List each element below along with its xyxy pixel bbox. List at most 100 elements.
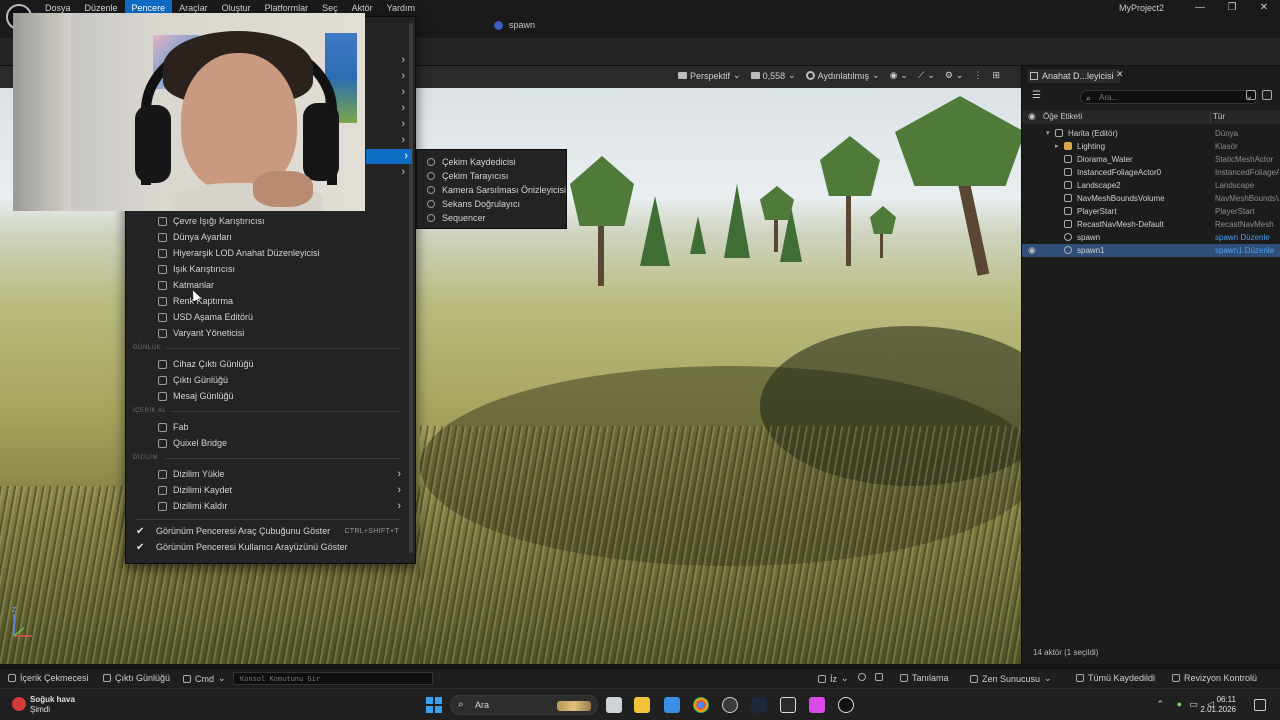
menu-item-load-layout[interactable]: Dizilim Yükle › xyxy=(126,466,411,482)
submenu-take-recorder[interactable]: Çekim Kaydedicisi xyxy=(417,155,568,169)
outliner-row-selected[interactable]: ◉ spawn1 spawn1 Düzenle xyxy=(1022,244,1280,257)
app-icon[interactable] xyxy=(809,697,825,713)
zen-server-button[interactable]: Zen Sunucusu ⌄ xyxy=(970,673,1052,684)
outliner-row[interactable]: ▸ Lighting Klasör xyxy=(1022,140,1280,153)
column-header-label[interactable]: Öğe Etiketi xyxy=(1043,112,1082,121)
eye-icon[interactable]: ◉ xyxy=(1028,111,1036,122)
menu-toggle-viewport-toolbar[interactable]: ✔ Görünüm Penceresi Araç Çubuğunu Göster C… xyxy=(126,523,411,539)
maximize-icon[interactable]: ❐ xyxy=(1216,0,1248,16)
trace-button[interactable]: İz ⌄ xyxy=(818,673,849,684)
chevron-right-icon[interactable]: › xyxy=(401,70,405,82)
more-options-button[interactable]: ⋮ xyxy=(973,70,982,81)
obs-icon[interactable] xyxy=(722,697,738,713)
revision-control-button[interactable]: Revizyon Kontrolü xyxy=(1172,673,1257,683)
file-explorer-icon[interactable] xyxy=(634,697,650,713)
notification-icon[interactable] xyxy=(1254,699,1266,711)
show-flags-button[interactable]: ◉ ⌄ xyxy=(890,70,908,81)
menu-item-quixel-bridge[interactable]: Quixel Bridge xyxy=(126,435,411,451)
chevron-right-icon[interactable]: › xyxy=(401,102,405,114)
outliner-row[interactable]: NavMeshBoundsVolume NavMeshBoundsVolume xyxy=(1022,192,1280,205)
outliner-search-input[interactable]: ⌕ Ara... ⌄ xyxy=(1080,90,1258,104)
screenshot-button[interactable] xyxy=(875,673,883,681)
perspective-dropdown[interactable]: Perspektif ⌄ xyxy=(678,70,741,81)
close-icon[interactable]: ✕ xyxy=(1248,0,1280,16)
outliner-row[interactable]: ▾ Harita (Editör) Dünya xyxy=(1022,127,1280,140)
menu-item-world-settings[interactable]: Dünya Ayarları xyxy=(126,229,411,245)
outliner-row[interactable]: spawn spawn Düzenle xyxy=(1022,231,1280,244)
submenu-camera-shake-previewer[interactable]: Kamera Sarsılması Önizleyicisi xyxy=(417,183,568,197)
cmd-dropdown[interactable]: Cmd ⌄ xyxy=(183,673,226,684)
menu-item-save-layout[interactable]: Dizilimi Kaydet › xyxy=(126,482,411,498)
camera-speed-dropdown[interactable]: 0,558 ⌄ xyxy=(750,70,796,81)
chevron-right-icon[interactable]: › xyxy=(401,118,405,130)
chrome-icon[interactable] xyxy=(693,697,709,713)
menu-item-light-mixer[interactable]: Işık Karıştırıcısı xyxy=(126,261,411,277)
outliner-row[interactable]: Landscape2 Landscape xyxy=(1022,179,1280,192)
menu-toggle-viewport-ui[interactable]: ✔ Görünüm Penceresi Kullanıcı Arayüzünü G… xyxy=(126,539,411,555)
cinematics-submenu-item[interactable]: › xyxy=(366,149,412,164)
menu-item-layers[interactable]: Katmanlar xyxy=(126,277,411,293)
row-name: spawn xyxy=(1077,233,1101,242)
pine-tree xyxy=(690,216,706,254)
menu-item-fab[interactable]: Fab xyxy=(126,419,411,435)
record-button[interactable] xyxy=(858,673,866,681)
outliner-tab[interactable]: Anahat D...leyicisi xyxy=(1028,69,1120,83)
task-view-icon[interactable] xyxy=(606,697,622,713)
minimize-icon[interactable]: — xyxy=(1184,0,1216,16)
add-folder-icon[interactable] xyxy=(1246,90,1256,100)
microphone-icon[interactable]: ● xyxy=(1177,699,1182,709)
output-log-button[interactable]: Çıktı Günlüğü xyxy=(103,673,170,683)
tray-overflow-icon[interactable]: ⌃ xyxy=(1156,699,1164,710)
chevron-right-icon[interactable]: › xyxy=(401,166,405,178)
outliner-row[interactable]: InstancedFoliageActor0 InstancedFoliageA… xyxy=(1022,166,1280,179)
menu-item-variant-manager[interactable]: Varyant Yöneticisi xyxy=(126,325,411,341)
menu-item-color-grab[interactable]: Renk Kaptırma xyxy=(126,293,411,309)
settings-button[interactable]: ⚙ ⌄ xyxy=(945,70,964,81)
chevron-right-icon[interactable]: › xyxy=(401,86,405,98)
submenu-sequencer[interactable]: Sequencer xyxy=(417,211,568,225)
weather-widget[interactable]: Soğuk hava Şimdi xyxy=(12,695,75,715)
unreal-engine-icon[interactable] xyxy=(838,697,854,713)
epic-games-icon[interactable] xyxy=(780,697,796,713)
expand-arrow-icon[interactable]: ▸ xyxy=(1055,140,1059,153)
windows-start-icon[interactable] xyxy=(426,697,442,713)
menu-item-hlod-outliner[interactable]: Hiyerarşik LOD Anahat Düzenleyicisi xyxy=(126,245,411,261)
save-all-button[interactable]: Tümü Kaydedildi xyxy=(1076,673,1155,683)
row-name: Diorama_Water xyxy=(1077,155,1133,164)
chevron-right-icon[interactable]: › xyxy=(401,134,405,146)
outliner-row[interactable]: PlayerStart PlayerStart xyxy=(1022,205,1280,218)
layout-button[interactable]: ⊞ xyxy=(992,70,1000,81)
menu-item-output-log[interactable]: Çıktı Günlüğü xyxy=(126,372,411,388)
row-type-edit-link[interactable]: spawn1 Düzenle xyxy=(1215,244,1279,257)
snap-button[interactable]: ⟋ ⌄ xyxy=(918,70,935,81)
taskbar-clock[interactable]: 06:11 2.01.2026 xyxy=(1200,695,1236,715)
row-type-edit-link[interactable]: spawn Düzenle xyxy=(1215,231,1279,244)
menu-help[interactable]: Yardım xyxy=(380,0,422,16)
view-mode-dropdown[interactable]: Aydınlatılmış ⌄ xyxy=(805,70,880,81)
menu-item-usd-stage-editor[interactable]: USD Aşama Editörü xyxy=(126,309,411,325)
menu-item-device-output-log[interactable]: Cihaz Çıktı Günlüğü xyxy=(126,356,411,372)
outliner-row[interactable]: RecastNavMesh-Default RecastNavMesh xyxy=(1022,218,1280,231)
expand-arrow-icon[interactable]: ▾ xyxy=(1046,127,1050,140)
menu-item-message-log[interactable]: Mesaj Günlüğü xyxy=(126,388,411,404)
outliner-row[interactable]: Diorama_Water StaticMeshActor xyxy=(1022,153,1280,166)
steam-icon[interactable] xyxy=(751,697,767,713)
store-icon[interactable] xyxy=(664,697,680,713)
menu-item-env-light-mixer[interactable]: Çevre Işığı Karıştırıcısı xyxy=(126,213,411,229)
level-tab[interactable]: spawn xyxy=(494,20,535,30)
diagnostics-button[interactable]: Tanılama xyxy=(900,673,949,683)
submenu-take-browser[interactable]: Çekim Tarayıcısı xyxy=(417,169,568,183)
terminal-icon xyxy=(183,674,191,683)
network-icon[interactable]: ▭ xyxy=(1189,699,1198,710)
eye-icon[interactable]: ◉ xyxy=(1028,244,1036,257)
taskbar-search[interactable]: ⌕ Ara xyxy=(450,695,598,715)
close-icon[interactable]: ✕ xyxy=(1116,69,1124,80)
column-header-type[interactable]: Tür xyxy=(1213,112,1225,121)
content-drawer-button[interactable]: İçerik Çekmecesi xyxy=(8,673,89,683)
menu-item-remove-layout[interactable]: Dizilimi Kaldır › xyxy=(126,498,411,514)
chevron-right-icon[interactable]: › xyxy=(401,54,405,66)
gear-icon[interactable] xyxy=(1262,90,1272,100)
submenu-sequence-validator[interactable]: Sekans Doğrulayıcı xyxy=(417,197,568,211)
console-input[interactable]: Konsol Komutunu Gir xyxy=(233,672,433,685)
filter-icon[interactable]: ☰ xyxy=(1032,90,1041,101)
